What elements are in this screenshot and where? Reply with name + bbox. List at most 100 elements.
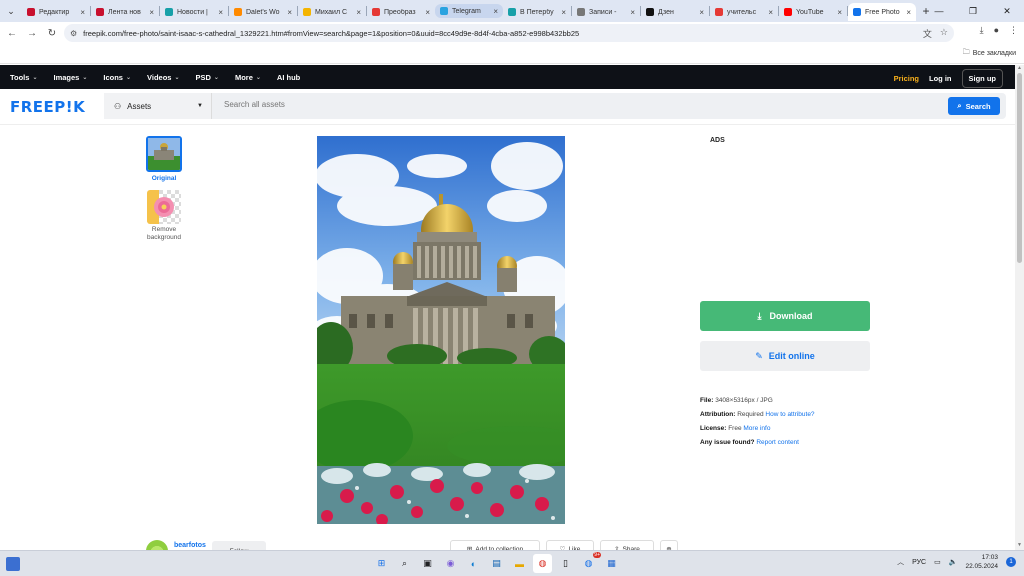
chrome-profile-icon[interactable]: ◍ 9+ (579, 552, 601, 573)
signup-button[interactable]: Sign up (961, 69, 1003, 88)
clock-time: 17:03 (981, 554, 998, 561)
nav-videos[interactable]: Videos ⌄ (147, 73, 180, 82)
scroll-up-arrow-icon[interactable]: ▲ (1015, 65, 1024, 73)
tab-search-dropdown[interactable]: ⌄ (0, 0, 22, 22)
browser-tab[interactable]: В Петербу × (503, 3, 571, 21)
download-button[interactable]: ⤓ Download (700, 301, 870, 331)
document-icon[interactable]: ▯ (556, 554, 575, 573)
download-icon[interactable]: ⤓ (980, 25, 984, 36)
browser-tab[interactable]: Free Photo × (848, 3, 916, 21)
author-name[interactable]: bearfotos (174, 542, 206, 549)
site-info-icon[interactable]: ⚙ (70, 29, 77, 38)
tab-close-icon[interactable]: × (699, 8, 704, 17)
profile-icon[interactable]: ● (994, 25, 999, 36)
browser-tab[interactable]: Лента нов × (91, 3, 159, 21)
browser-tab[interactable]: Dalet's Wo × (229, 3, 297, 21)
word-icon[interactable]: ▦ (602, 554, 621, 573)
chrome-icon[interactable]: ◍ (533, 554, 552, 573)
cathedral-photo (317, 136, 565, 524)
browser-tab[interactable]: YouTube × (779, 3, 847, 21)
store-icon[interactable]: ▤ (487, 554, 506, 573)
tab-close-icon[interactable]: × (149, 8, 154, 17)
tab-favicon-icon (784, 8, 792, 16)
restore-icon[interactable]: ❐ (956, 0, 990, 22)
browser-tab[interactable]: Преобраз × (367, 3, 435, 21)
network-icon[interactable]: ▭ (934, 558, 941, 566)
tab-label: Telegram (452, 7, 481, 15)
tab-favicon-icon (234, 8, 242, 16)
clock[interactable]: 17:03 22.05.2024 (965, 553, 998, 571)
tab-favicon-icon (646, 8, 654, 16)
tab-close-icon[interactable]: × (287, 8, 292, 17)
close-window-icon[interactable]: ✕ (990, 0, 1024, 22)
browser-tab[interactable]: Редактир × (22, 3, 90, 21)
tab-close-icon[interactable]: × (425, 8, 430, 17)
main-photo[interactable] (317, 136, 565, 524)
nav-more[interactable]: More ⌄ (235, 73, 261, 82)
issue-label: Any issue found? (700, 439, 755, 446)
tab-close-icon[interactable]: × (80, 8, 85, 17)
all-bookmarks[interactable]: 🗀 Все закладки (963, 48, 1016, 59)
forward-icon[interactable]: → (22, 23, 42, 43)
tab-close-icon[interactable]: × (493, 7, 498, 16)
task-view-icon[interactable]: ▣ (418, 554, 437, 573)
reload-icon[interactable]: ↻ (42, 23, 62, 43)
clock-date: 22.05.2024 (965, 563, 998, 570)
login-link[interactable]: Log in (929, 74, 952, 83)
tab-label: Редактир (39, 8, 70, 16)
start-icon[interactable]: ⊞ (372, 554, 391, 573)
nav-psd[interactable]: PSD ⌄ (196, 73, 219, 82)
tab-close-icon[interactable]: × (768, 8, 773, 17)
address-bar[interactable]: ⚙ freepik.com/free-photo/saint-isaac-s-c… (64, 24, 954, 42)
tab-close-icon[interactable]: × (218, 8, 223, 17)
search-button[interactable]: ⌕ Search (948, 97, 1000, 115)
browser-tab[interactable]: Новости | × (160, 3, 228, 21)
download-button-label: Download (769, 311, 813, 321)
minimize-icon[interactable]: — (922, 0, 956, 22)
edge-icon[interactable]: ◐ (464, 554, 483, 573)
freepik-logo[interactable]: FREEP!K (10, 98, 85, 116)
freepik-top-nav: Tools ⌄ Images ⌄ Icons ⌄ Videos ⌄ PSD ⌄ More ⌄… (0, 65, 1015, 89)
search-input[interactable] (224, 100, 824, 109)
language-indicator[interactable]: РУС (912, 559, 926, 566)
report-content-link[interactable]: Report content (756, 439, 799, 446)
browser-tab[interactable]: учительс × (710, 3, 778, 21)
more-info-link[interactable]: More info (743, 425, 770, 432)
widgets-icon[interactable] (6, 557, 20, 571)
nav-tools[interactable]: Tools ⌄ (10, 73, 37, 82)
chevron-down-icon: ⌄ (174, 74, 180, 81)
scrollbar-thumb[interactable] (1017, 73, 1022, 263)
tab-close-icon[interactable]: × (837, 8, 842, 17)
back-icon[interactable]: ← (2, 23, 22, 43)
nav-images[interactable]: Images ⌄ (53, 73, 87, 82)
file-explorer-icon[interactable]: ▬ (510, 554, 529, 573)
chevron-up-icon[interactable]: ︿ (897, 557, 904, 567)
asset-type-select[interactable]: ⚇ Assets ▼ (104, 93, 212, 119)
tab-close-icon[interactable]: × (561, 8, 566, 17)
bookmark-star-icon[interactable]: ☆ (940, 27, 948, 40)
browser-tab[interactable]: Дзен × (641, 3, 709, 21)
search-icon[interactable]: ⌕ (395, 554, 414, 573)
notifications-badge[interactable]: 1 (1006, 557, 1016, 567)
edit-online-button[interactable]: ✎ Edit online (700, 341, 870, 371)
page-scrollbar[interactable]: ▲ ▼ (1015, 65, 1024, 550)
menu-kebab-icon[interactable]: ⋮ (1009, 25, 1018, 36)
scroll-down-arrow-icon[interactable]: ▼ (1015, 542, 1024, 550)
caret-down-icon: ▼ (197, 103, 203, 109)
nav-icons[interactable]: Icons ⌄ (103, 73, 131, 82)
tab-close-icon[interactable]: × (356, 8, 361, 17)
how-to-attribute-link[interactable]: How to attribute? (765, 411, 814, 418)
nav-ai-hub[interactable]: AI hub (277, 73, 300, 82)
pricing-link[interactable]: Pricing (894, 74, 919, 83)
thumbnail-original[interactable] (146, 136, 182, 172)
browser-tab[interactable]: Telegram × (435, 4, 503, 18)
chat-icon[interactable]: ◉ (441, 554, 460, 573)
tab-close-icon[interactable]: × (906, 8, 911, 17)
volume-icon[interactable]: 🔈 (949, 558, 958, 566)
translate-icon[interactable]: 文 (923, 27, 932, 40)
browser-tab[interactable]: Записи - × (572, 3, 640, 21)
tab-close-icon[interactable]: × (630, 8, 635, 17)
browser-tab[interactable]: Михаил С × (298, 3, 366, 21)
thumbnail-remove-background[interactable] (147, 190, 181, 224)
file-info-row: File: 3408×5316px / JPG (700, 394, 815, 408)
